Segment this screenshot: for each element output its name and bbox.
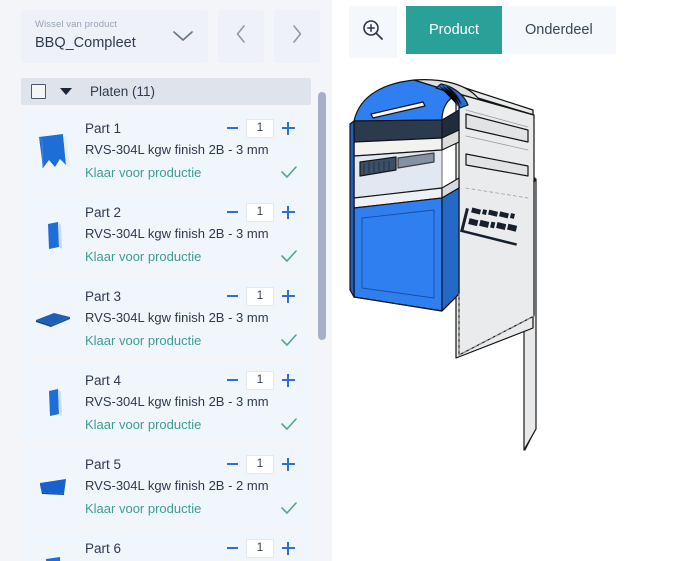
list-item[interactable]: Part 5 1 RVS-304L kgw finish 2B - 2 mm K… <box>21 447 311 525</box>
part-status: Klaar voor productie <box>85 249 279 264</box>
chevron-down-icon[interactable] <box>162 28 196 44</box>
quantity-input[interactable]: 1 <box>246 203 274 222</box>
zoom-in-icon <box>360 17 386 48</box>
part-narrow-panel-icon <box>21 363 85 441</box>
chevron-left-icon <box>233 23 249 50</box>
part-status: Klaar voor productie <box>85 417 279 432</box>
minus-icon[interactable] <box>221 202 243 222</box>
zoom-in-button[interactable] <box>351 10 395 54</box>
part-material: RVS-304L kgw finish 2B - 3 mm <box>85 223 299 245</box>
part-list-scrollbar[interactable] <box>318 92 326 340</box>
part-small-panel-icon <box>21 195 85 273</box>
group-header-title: Platen (11) <box>90 84 155 99</box>
chevron-right-icon <box>289 23 305 50</box>
next-product-button[interactable] <box>274 10 320 63</box>
plus-icon[interactable] <box>277 286 299 306</box>
part-panel-icon <box>21 531 85 561</box>
plus-icon[interactable] <box>277 538 299 558</box>
quantity-input[interactable]: 1 <box>246 539 274 558</box>
list-item[interactable]: Part 2 1 RVS-304L kgw finish 2B - 3 mm K… <box>21 195 311 273</box>
part-flat-plate-icon <box>21 279 85 357</box>
check-icon <box>279 164 299 180</box>
check-icon <box>279 332 299 348</box>
list-item[interactable]: Part 1 1 RVS-304L kgw finish 2B - 3 mm K… <box>21 111 311 189</box>
check-icon <box>279 248 299 264</box>
cad-configurator-app: Wissel van product BBQ_Compleet <box>0 0 681 561</box>
list-item[interactable]: Part 6 1 <box>21 531 311 561</box>
check-icon <box>279 416 299 432</box>
caret-down-icon[interactable] <box>60 88 72 95</box>
part-status: Klaar voor productie <box>85 165 279 180</box>
product-switch-bar: Wissel van product BBQ_Compleet <box>0 0 332 72</box>
minus-icon[interactable] <box>221 454 243 474</box>
viewer-panel: Product Onderdeel <box>338 0 681 561</box>
previous-product-button[interactable] <box>218 10 264 63</box>
part-status: Klaar voor productie <box>85 333 279 348</box>
minus-icon[interactable] <box>221 286 243 306</box>
tab-onderdeel[interactable]: Onderdeel <box>502 6 616 54</box>
part-material: RVS-304L kgw finish 2B - 3 mm <box>85 307 299 329</box>
minus-icon[interactable] <box>221 370 243 390</box>
quantity-stepper: 1 <box>221 202 299 222</box>
product-select[interactable]: Wissel van product BBQ_Compleet <box>21 10 208 63</box>
plus-icon[interactable] <box>277 370 299 390</box>
part-bent-flange-icon <box>21 111 85 189</box>
part-name: Part 4 <box>85 373 221 388</box>
part-name: Part 1 <box>85 121 221 136</box>
model-viewer-canvas[interactable] <box>338 58 681 561</box>
tab-product[interactable]: Product <box>406 6 502 54</box>
group-header-platen[interactable]: Platen (11) <box>21 78 311 105</box>
part-material: RVS-304L kgw finish 2B - 3 mm <box>85 391 299 413</box>
list-item[interactable]: Part 3 1 RVS-304L kgw finish 2B - 3 mm K… <box>21 279 311 357</box>
group-select-checkbox[interactable] <box>31 84 46 99</box>
quantity-stepper: 1 <box>221 370 299 390</box>
minus-icon[interactable] <box>221 538 243 558</box>
part-name: Part 6 <box>85 541 221 556</box>
plus-icon[interactable] <box>277 454 299 474</box>
quantity-stepper: 1 <box>221 538 299 558</box>
parts-sidebar: Wissel van product BBQ_Compleet <box>0 0 332 561</box>
part-material: RVS-304L kgw finish 2B - 3 mm <box>85 139 299 161</box>
product-select-label: Wissel van product <box>35 19 162 31</box>
minus-icon[interactable] <box>221 118 243 138</box>
part-status: Klaar voor productie <box>85 501 279 516</box>
quantity-input[interactable]: 1 <box>246 119 274 138</box>
bbq-model-3d <box>338 58 681 561</box>
quantity-input[interactable]: 1 <box>246 371 274 390</box>
viewer-tabs: Product Onderdeel <box>406 6 616 54</box>
quantity-input[interactable]: 1 <box>246 287 274 306</box>
plus-icon[interactable] <box>277 202 299 222</box>
tab-product-label: Product <box>429 22 479 38</box>
quantity-stepper: 1 <box>221 454 299 474</box>
plus-icon[interactable] <box>277 118 299 138</box>
part-wide-plate-icon <box>21 447 85 525</box>
list-item[interactable]: Part 4 1 RVS-304L kgw finish 2B - 3 mm K… <box>21 363 311 441</box>
part-name: Part 3 <box>85 289 221 304</box>
part-name: Part 2 <box>85 205 221 220</box>
quantity-stepper: 1 <box>221 286 299 306</box>
quantity-input[interactable]: 1 <box>246 455 274 474</box>
product-select-value: BBQ_Compleet <box>35 33 162 53</box>
quantity-stepper: 1 <box>221 118 299 138</box>
check-icon <box>279 500 299 516</box>
tab-onderdeel-label: Onderdeel <box>525 22 593 38</box>
part-name: Part 5 <box>85 457 221 472</box>
part-material: RVS-304L kgw finish 2B - 2 mm <box>85 475 299 497</box>
part-list: Part 1 1 RVS-304L kgw finish 2B - 3 mm K… <box>0 105 332 561</box>
